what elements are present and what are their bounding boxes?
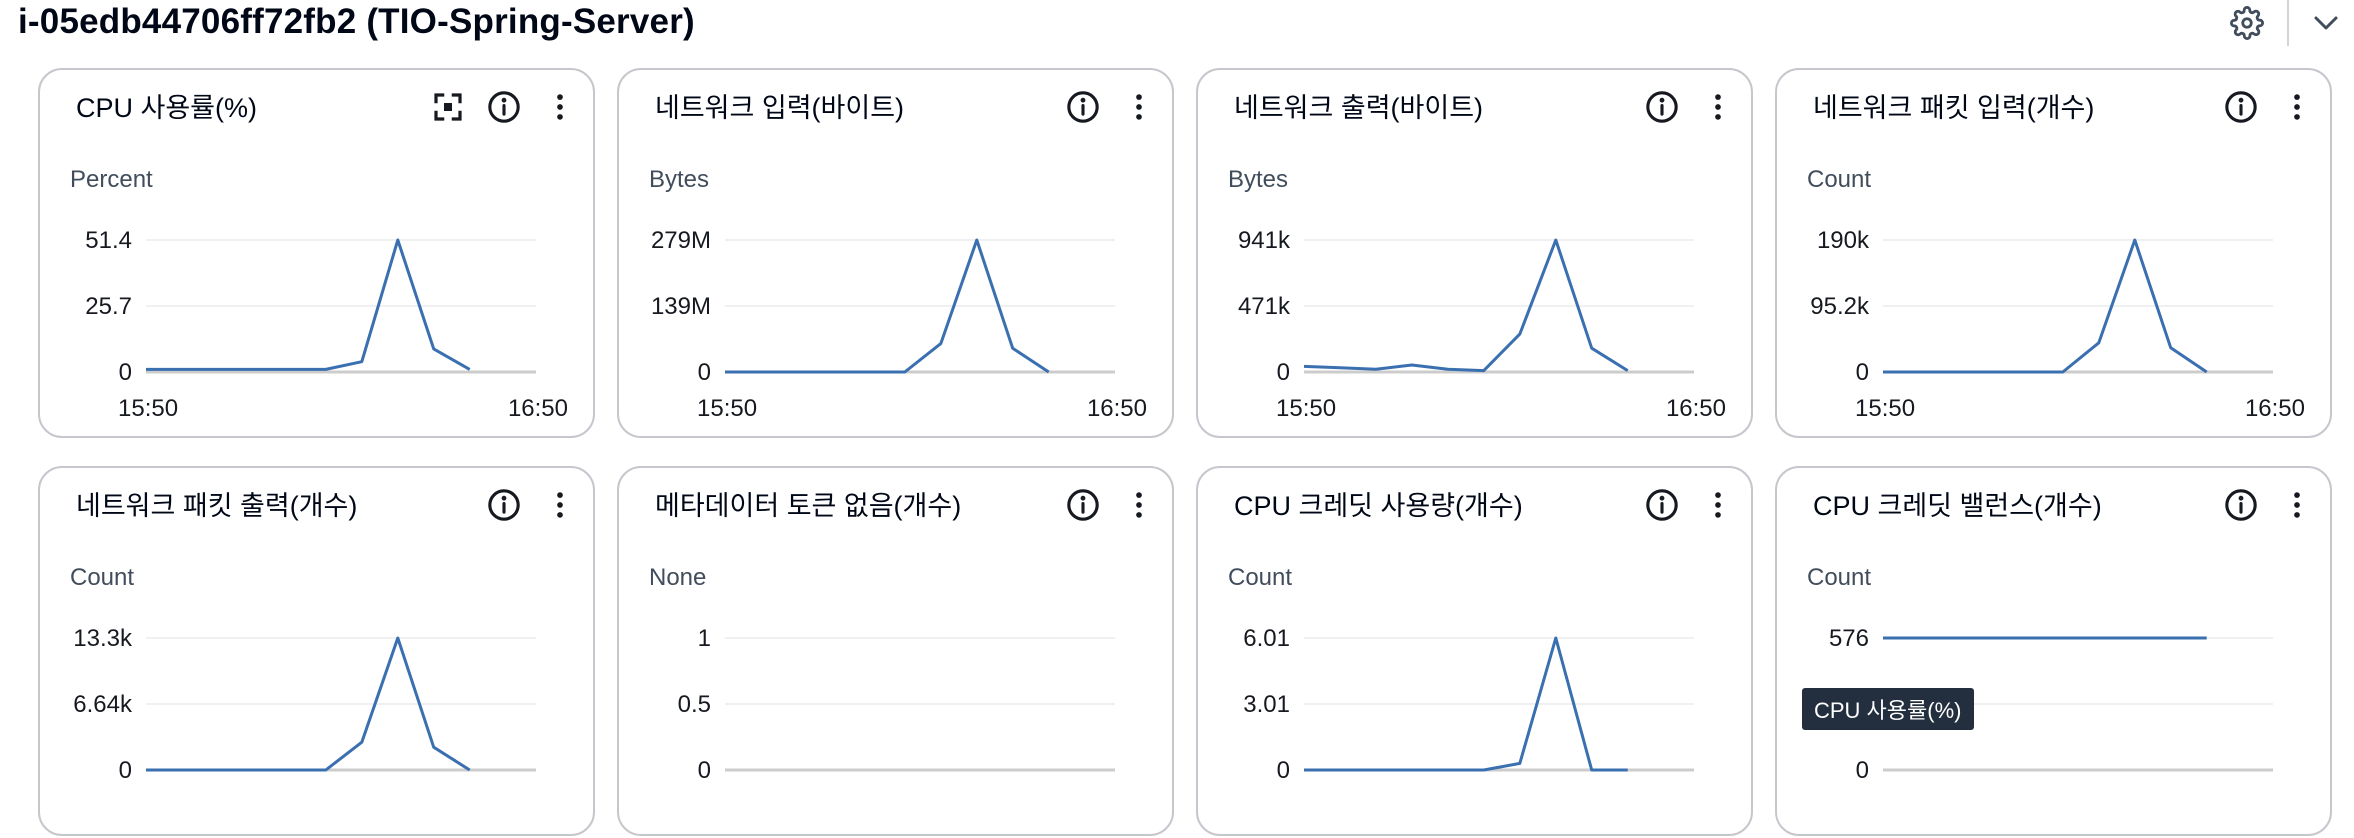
metric-widget: 네트워크 출력(바이트) Bytes 941k 471k 0 15:50 16:50 (1196, 68, 1753, 438)
y-tick-label: 0 (1277, 757, 1290, 784)
line-chart: 190k 95.2k 0 15:50 16:50 (1810, 227, 2305, 422)
x-tick-label: 16:50 (2245, 395, 2305, 422)
y-tick-label: 0 (119, 359, 132, 386)
metric-widget: 네트워크 입력(바이트) Bytes 279M 139M 0 15:50 16:50 (617, 68, 1174, 438)
y-tick-label: 0 (1277, 359, 1290, 386)
header-divider (2287, 0, 2289, 46)
y-tick-label: 279M (651, 227, 711, 254)
x-tick-label: 16:50 (508, 395, 568, 422)
x-tick-label: 15:50 (1855, 395, 1915, 422)
y-tick-label: 0 (698, 359, 711, 386)
series-line[interactable] (146, 238, 471, 371)
gear-icon[interactable] (2228, 4, 2266, 42)
y-tick-label: 0 (698, 757, 711, 784)
metric-widget: 메타데이터 토큰 없음(개수) None 1 0.5 0 (617, 466, 1174, 836)
page-title: i-05edb44706ff72fb2 (TIO-Spring-Server) (18, 2, 695, 41)
x-tick-label: 16:50 (1087, 395, 1147, 422)
y-tick-label: 190k (1817, 227, 1870, 254)
chart-tooltip: CPU 사용률(%) (1802, 688, 1974, 730)
y-tick-label: 6.01 (1243, 625, 1290, 652)
y-tick-label: 941k (1238, 227, 1291, 254)
line-chart: 941k 471k 0 15:50 16:50 (1238, 227, 1726, 422)
line-chart: 13.3k 6.64k 0 (73, 625, 536, 784)
page-header: i-05edb44706ff72fb2 (TIO-Spring-Server) (0, 0, 2354, 46)
y-tick-label: 13.3k (73, 625, 133, 652)
line-chart: 51.4 25.7 0 15:50 16:50 (85, 227, 568, 422)
chevron-down-icon[interactable] (2306, 4, 2346, 42)
x-tick-label: 16:50 (1666, 395, 1726, 422)
y-tick-label: 95.2k (1810, 293, 1870, 320)
line-chart: 279M 139M 0 15:50 16:50 (651, 227, 1147, 422)
y-tick-label: 0 (1856, 757, 1869, 784)
y-tick-label: 471k (1238, 293, 1291, 320)
x-tick-label: 15:50 (697, 395, 757, 422)
line-chart: 6.01 3.01 0 (1243, 625, 1694, 784)
y-tick-label: 3.01 (1243, 691, 1290, 718)
y-tick-label: 0 (119, 757, 132, 784)
metric-widget: 네트워크 패킷 입력(개수) Count 190k 95.2k 0 15:50 16:50 (1775, 68, 2332, 438)
y-tick-label: 0.5 (678, 691, 711, 718)
metric-widget: CPU 크레딧 사용량(개수) Count 6.01 3.01 0 (1196, 466, 1753, 836)
y-tick-label: 139M (651, 293, 711, 320)
y-tick-label: 25.7 (85, 293, 132, 320)
y-tick-label: 51.4 (85, 227, 132, 254)
y-tick-label: 6.64k (73, 691, 133, 718)
y-tick-label: 0 (1856, 359, 1869, 386)
metric-widget: CPU 사용률(%) Percent 51.4 25.7 0 15:50 16:50 (38, 68, 595, 438)
y-tick-label: 576 (1829, 625, 1869, 652)
line-chart: 576 0 (1829, 625, 2273, 784)
x-tick-label: 15:50 (1276, 395, 1336, 422)
metric-widget: CPU 크레딧 밸런스(개수) Count 576 0 (1775, 466, 2332, 836)
metric-widget: 네트워크 패킷 출력(개수) Count 13.3k 6.64k 0 (38, 466, 595, 836)
line-chart: 10.50 (678, 625, 1115, 784)
y-tick-label: 1 (698, 625, 711, 652)
x-tick-label: 15:50 (118, 395, 178, 422)
